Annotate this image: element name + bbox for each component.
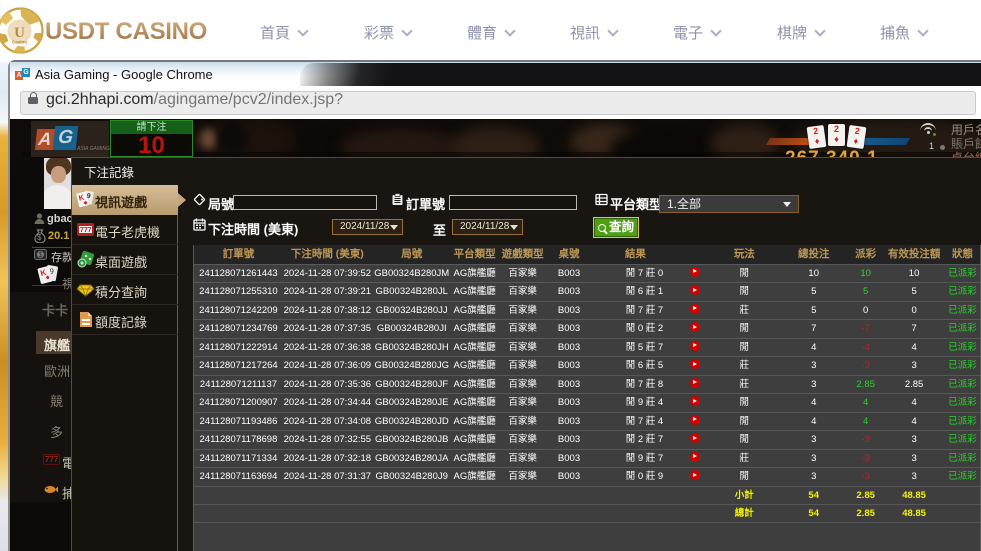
svg-text:Casino: Casino xyxy=(12,40,27,45)
svg-text:$: $ xyxy=(39,252,43,259)
svg-text:$: $ xyxy=(37,233,42,242)
svg-text:777: 777 xyxy=(80,227,92,234)
